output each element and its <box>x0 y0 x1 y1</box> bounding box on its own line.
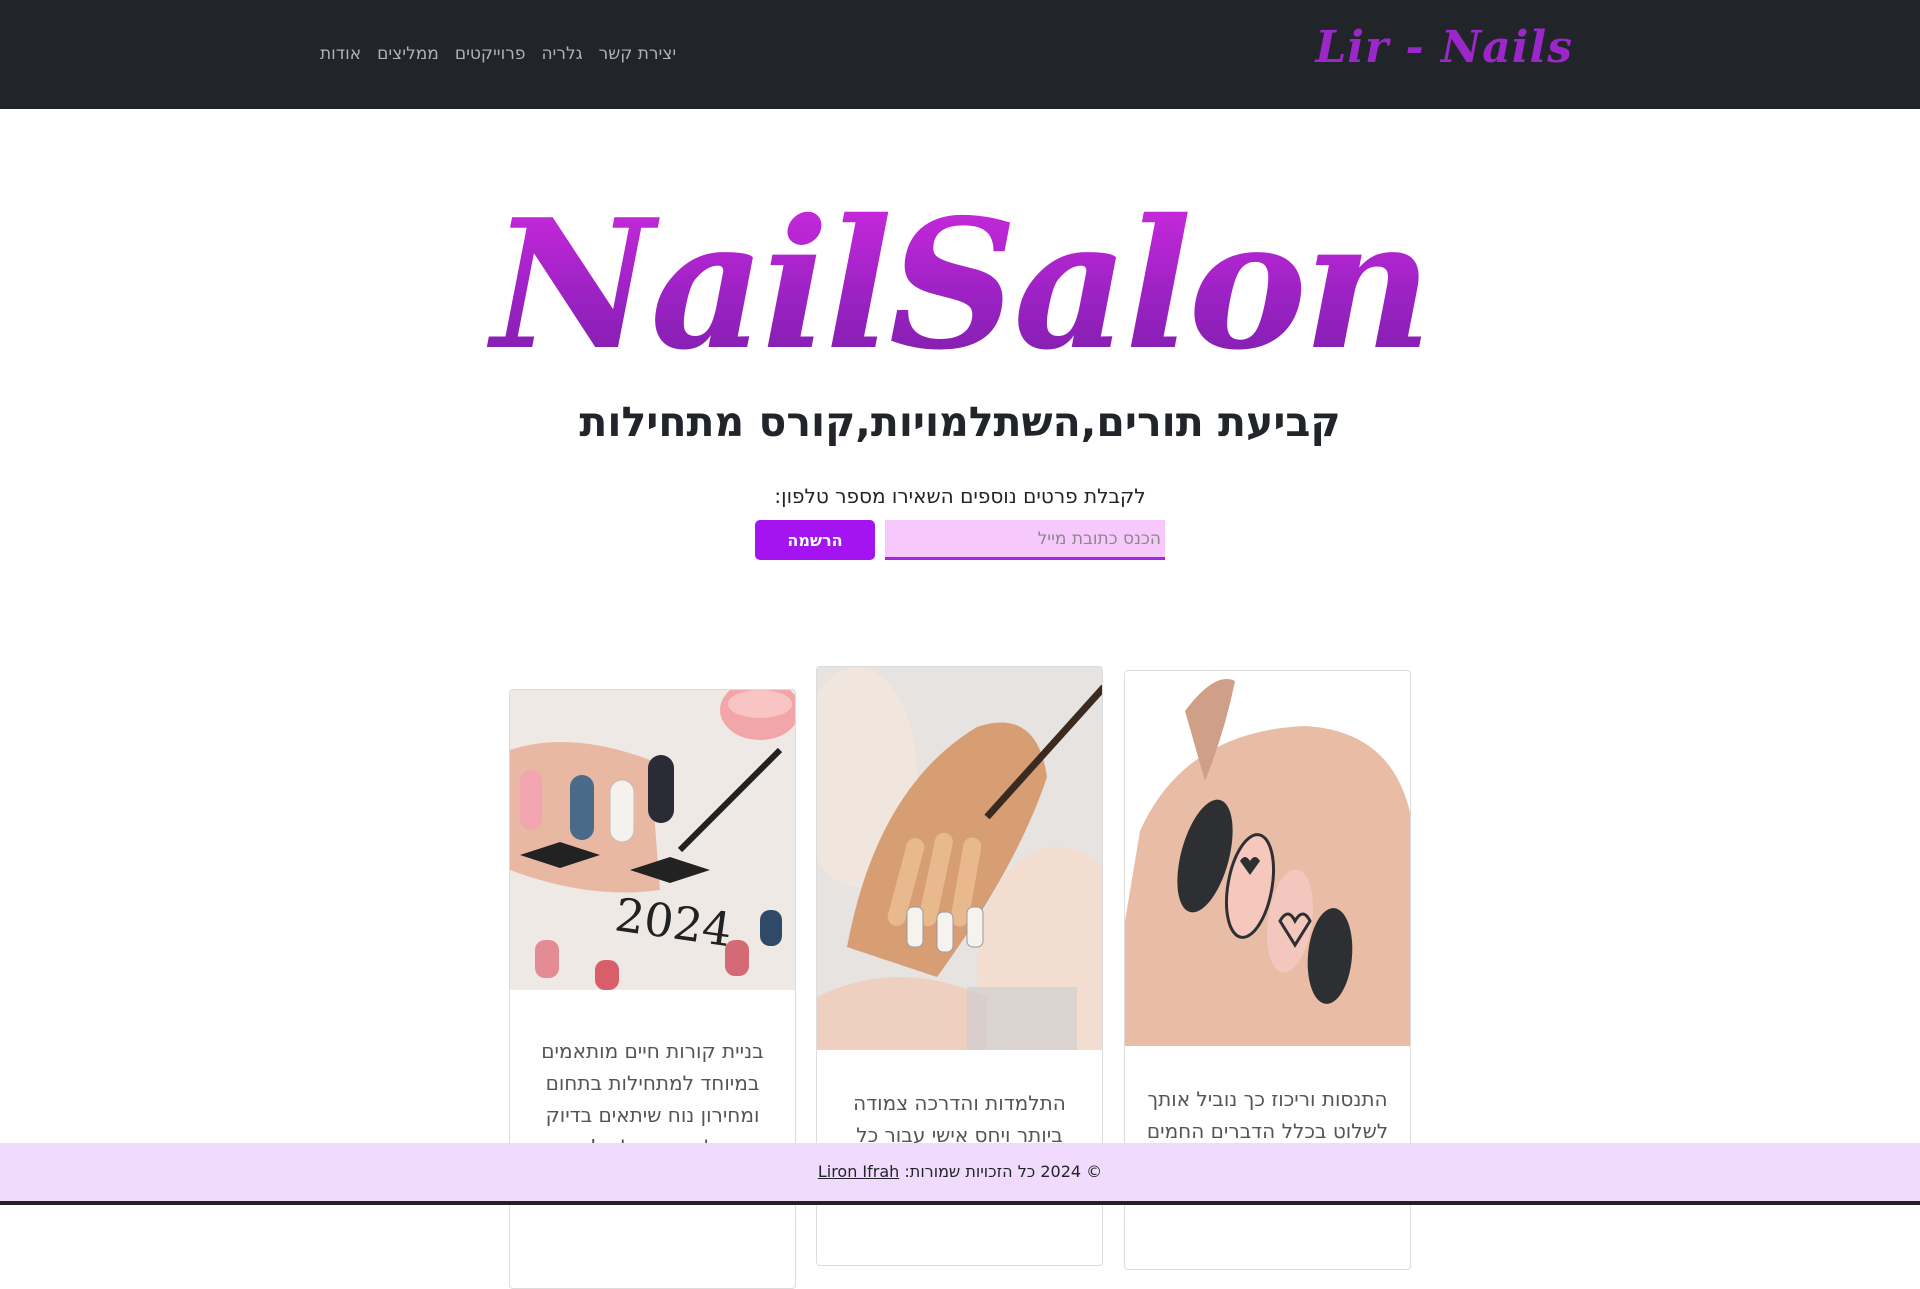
card-image-nail-art-2024: 2024 <box>510 690 795 995</box>
email-input[interactable] <box>885 520 1165 560</box>
card-text-training: התלמדות והדרכה צמודה ביותר ויחס אישי עבו… <box>853 1091 1066 1147</box>
footer: © 2024 כל הזכויות שמורות: Liron Ifrah <box>0 1143 1920 1205</box>
card-image-black-nails <box>1125 671 1410 1046</box>
nav-link-recommenders[interactable]: ממליצים <box>377 44 439 64</box>
brand-logo[interactable]: Lir - Nails <box>1315 22 1573 73</box>
footer-copyright: © 2024 כל הזכויות שמורות: <box>904 1162 1103 1181</box>
signup-instructions: לקבלת פרטים נוספים השאירו מספר טלפון: <box>774 484 1146 508</box>
signup-button[interactable]: הרשמה <box>755 520 875 560</box>
nav-link-gallery[interactable]: גלריה <box>541 44 582 64</box>
card-text-practice: התנסות וריכוז כך נוביל אותך לשלוט בכלל ה… <box>1146 1087 1389 1143</box>
nav-link-contact[interactable]: יצירת קשר <box>599 44 677 64</box>
nav-link-projects[interactable]: פרוייקטים <box>455 44 526 64</box>
top-navbar: Lir - Nails אודות ממליצים פרוייקטים גלרי… <box>0 0 1920 109</box>
footer-author-link[interactable]: Liron Ifrah <box>818 1162 899 1181</box>
hero-title: NailSalon <box>0 185 1920 385</box>
nav-link-about[interactable]: אודות <box>320 44 361 64</box>
nav-links: אודות ממליצים פרוייקטים גלריה יצירת קשר <box>320 44 676 64</box>
hero-subtitle: קביעת תורים,השתלמויות,קורס מתחילות <box>579 398 1341 446</box>
card-image-nail-training <box>817 667 1102 1050</box>
